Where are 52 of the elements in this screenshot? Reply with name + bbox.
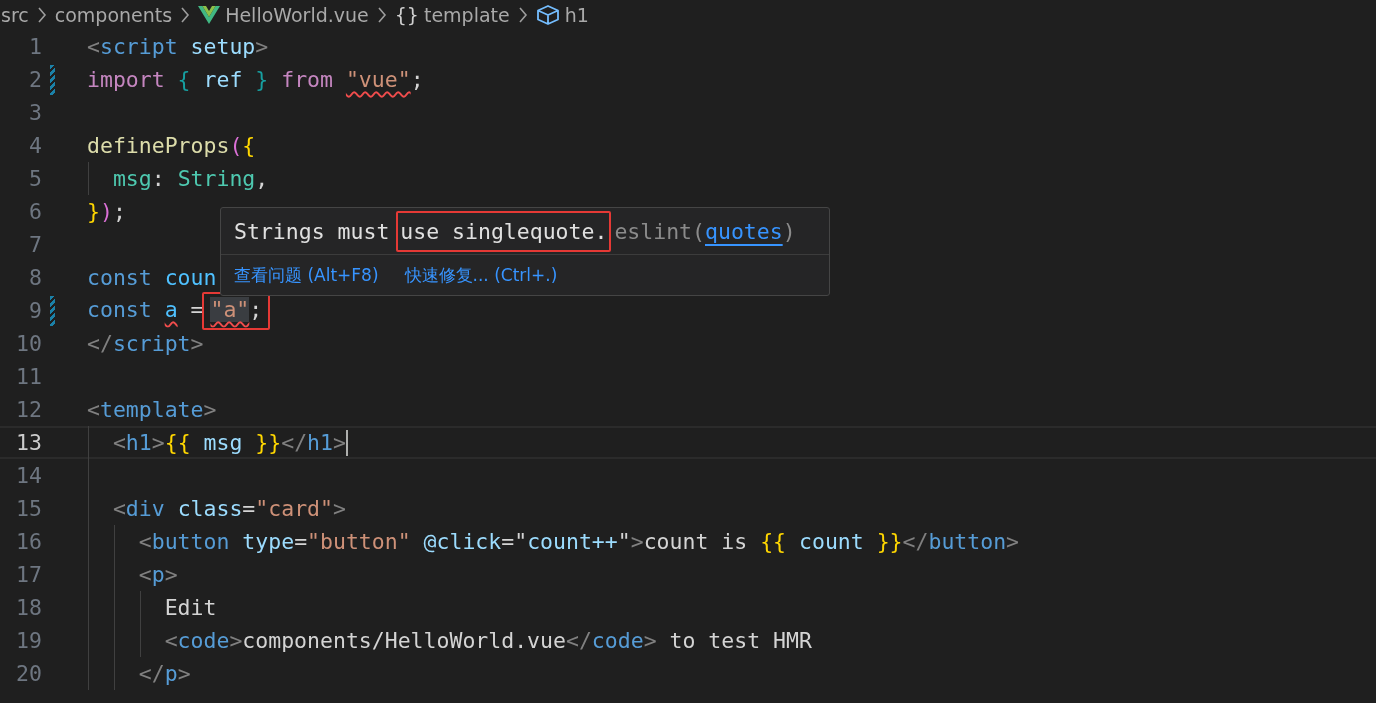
line-number: 19: [15, 628, 42, 653]
lint-source: ): [782, 218, 796, 244]
line-number: 13: [15, 430, 42, 455]
code-line: Edit: [163, 595, 217, 620]
code-line: <template>: [87, 397, 217, 422]
line-number: 16: [15, 529, 42, 554]
code-line: const coun: [87, 265, 217, 290]
line-number: 8: [28, 265, 42, 290]
code-line: <p>: [137, 562, 178, 587]
line-number: 11: [15, 364, 42, 389]
breadcrumb-item[interactable]: {} template: [394, 4, 510, 26]
chevron-right-icon: [180, 6, 191, 24]
line-number: 7: [28, 232, 42, 257]
code-line: import { ref } from "vue";: [87, 67, 424, 92]
line-number: 17: [15, 562, 42, 587]
line-number: 4: [28, 133, 42, 158]
line-number: 15: [15, 496, 42, 521]
cube-icon: [535, 4, 560, 26]
text-cursor: [345, 429, 348, 456]
code-line: <code>components/HelloWorld.vue</code> to test HMR: [163, 628, 812, 653]
hover-action-link[interactable]: 快速修复... (Ctrl+.): [404, 263, 558, 287]
breadcrumb-item[interactable]: HelloWorld.vue: [198, 4, 369, 26]
breadcrumb-item[interactable]: components: [54, 4, 173, 26]
lint-source: eslint(: [614, 218, 705, 244]
line-number: 3: [28, 100, 42, 125]
hover-action-link[interactable]: 查看问题 (Alt+F8): [234, 263, 379, 287]
code-line: <script setup>: [87, 34, 269, 59]
line-number: 6: [28, 199, 42, 224]
code-line: msg: String,: [111, 166, 269, 191]
code-line: <div class="card">: [111, 496, 346, 521]
chevron-right-icon: [36, 6, 47, 24]
line-number: 10: [15, 331, 42, 356]
rule-link[interactable]: quotes: [705, 218, 783, 244]
line-number: 2: [28, 67, 42, 92]
line-number: 12: [15, 397, 42, 422]
code-line: });: [87, 199, 126, 224]
vue-logo-icon: [198, 5, 221, 25]
line-number: 14: [15, 463, 42, 488]
code-line: <button type="button" @click="count++">count is {{ count }}</button>: [137, 529, 1020, 554]
line-number: 1: [28, 34, 42, 59]
chevron-right-icon: [517, 6, 528, 24]
breadcrumb-item[interactable]: src: [1, 4, 29, 26]
line-number: 9: [28, 298, 42, 323]
line-number: 5: [28, 166, 42, 191]
code-line: </script>: [87, 331, 204, 356]
code-line: defineProps({: [87, 133, 256, 158]
code-line: </p>: [137, 661, 191, 686]
code-line: <h1>{{ msg }}</h1>: [111, 430, 346, 455]
chevron-right-icon: [376, 6, 387, 24]
line-number: 20: [15, 661, 42, 686]
line-number: 18: [15, 595, 42, 620]
breadcrumb-item[interactable]: h1: [535, 4, 589, 26]
